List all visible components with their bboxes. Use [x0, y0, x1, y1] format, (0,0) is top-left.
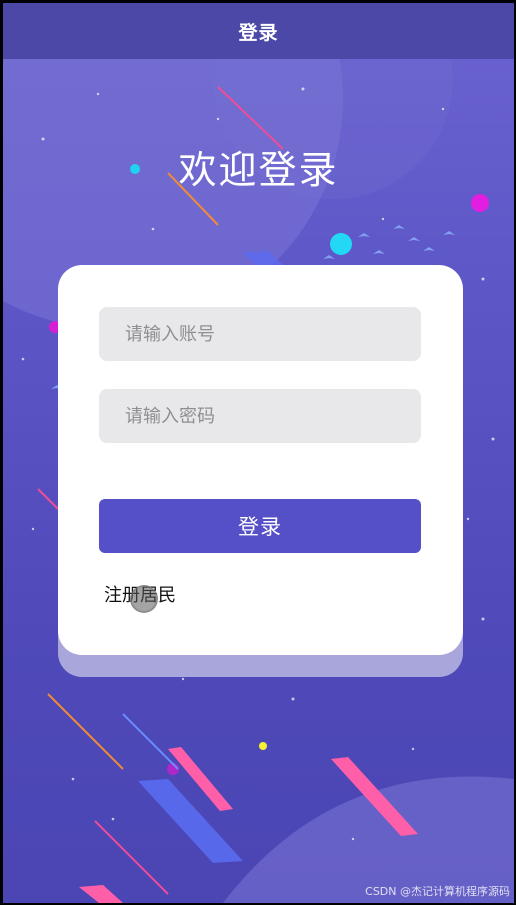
- app-screen: 登录 欢迎登录 请输入账号 登录 CSDN @杰记计算机程序源码: [3, 3, 514, 903]
- nav-title: 登录: [238, 21, 279, 44]
- bg-dot-cyan-large: [330, 233, 352, 255]
- login-card: 登录 注册居民: [58, 265, 463, 655]
- bg-streak-4: [47, 693, 124, 770]
- login-button[interactable]: 登录: [99, 499, 421, 553]
- account-input[interactable]: [99, 307, 421, 361]
- bg-streak-3: [37, 488, 59, 510]
- bg-dot-yellow: [259, 742, 267, 750]
- touch-cursor-indicator: [130, 585, 158, 613]
- watermark: CSDN @杰记计算机程序源码: [365, 885, 510, 898]
- top-nav-bar: 登录: [3, 3, 514, 59]
- password-input[interactable]: [99, 389, 421, 443]
- bg-stripe-2: [138, 779, 243, 863]
- bg-stripe-4: [79, 885, 123, 903]
- bg-streak-5: [122, 713, 179, 770]
- bg-streak-6: [94, 820, 169, 895]
- bg-dot-magenta: [471, 194, 489, 212]
- welcome-title: 欢迎登录: [178, 148, 339, 192]
